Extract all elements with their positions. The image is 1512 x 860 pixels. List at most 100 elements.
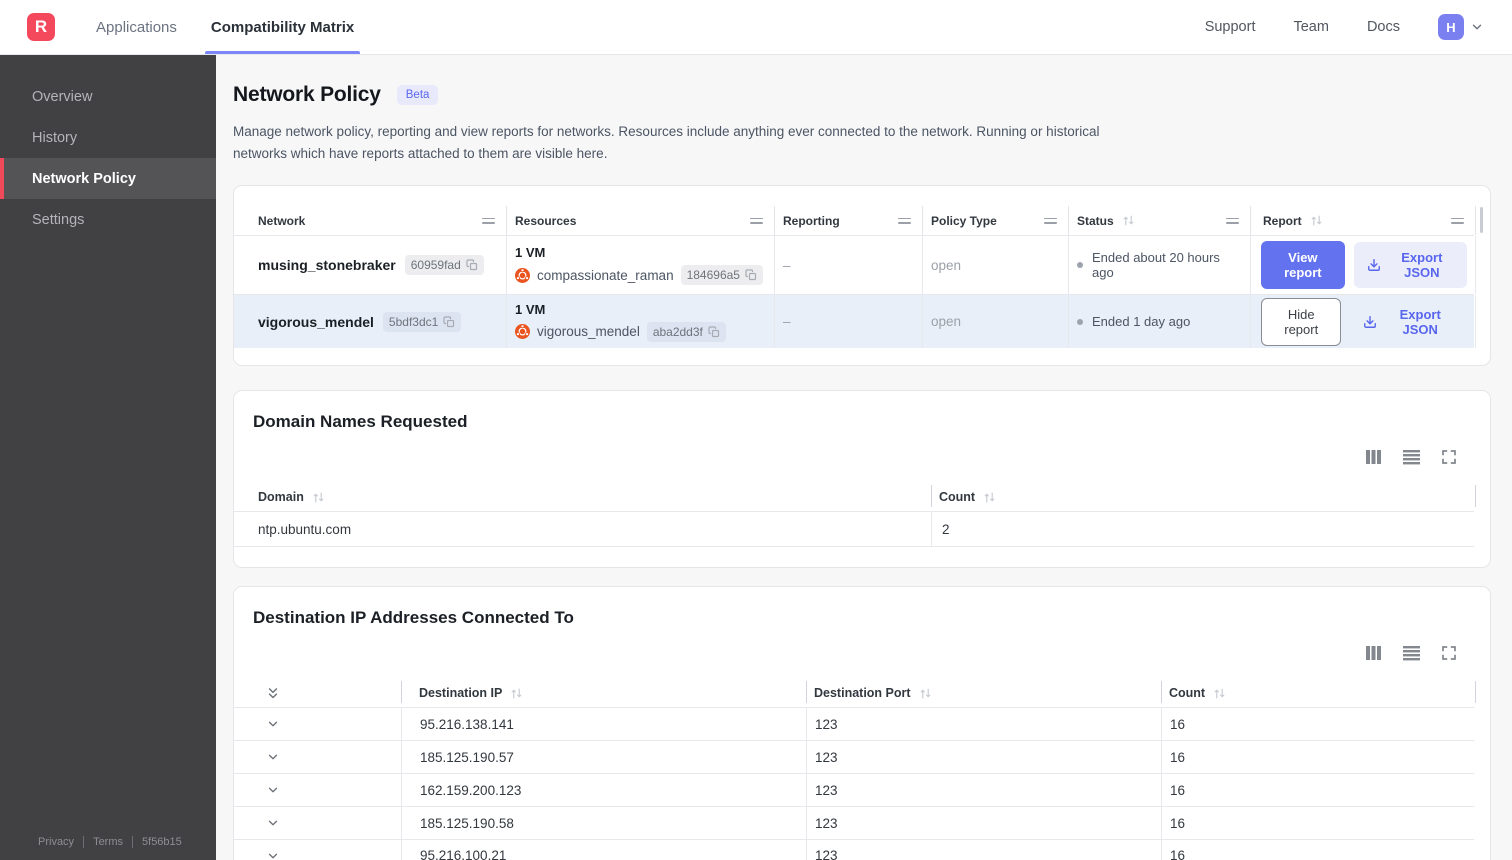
col-header-domain[interactable]: Domain (234, 483, 931, 511)
col-header-status[interactable]: Status (1068, 206, 1250, 236)
table-row[interactable]: vigorous_mendel 5bdf3dc1 1 VM vigorous_m… (234, 294, 1476, 349)
policy-type-value: open (922, 236, 1068, 295)
terms-link[interactable]: Terms (93, 836, 123, 848)
link-team[interactable]: Team (1293, 19, 1328, 35)
scrollbar-thumb[interactable] (1480, 207, 1483, 234)
table-row[interactable]: musing_stonebraker 60959fad 1 VM compass… (234, 235, 1476, 295)
table-row[interactable]: 95.216.100.21 123 16 (234, 839, 1474, 860)
table-row[interactable]: 95.216.138.141 123 16 (234, 707, 1474, 741)
expand-all-toggle[interactable] (234, 679, 401, 707)
domain-names-card: Domain Names Requested Domain Count ntp.… (233, 390, 1491, 569)
reporting-value: – (774, 295, 922, 349)
vm-count: 1 VM (515, 301, 546, 317)
export-json-button[interactable]: Export JSON (1353, 242, 1467, 289)
table-row[interactable]: 185.125.190.57 123 16 (234, 740, 1476, 774)
column-resize-handle-icon[interactable] (482, 217, 495, 224)
app-logo[interactable]: R (27, 13, 55, 41)
row-expander[interactable] (234, 840, 401, 860)
destination-port-value: 123 (806, 840, 1161, 860)
col-header-destination-port[interactable]: Destination Port (806, 679, 1161, 707)
fullscreen-icon[interactable] (1441, 645, 1457, 661)
link-support[interactable]: Support (1205, 19, 1256, 35)
build-version: 5f56b15 (142, 836, 182, 848)
page-title: Network Policy (233, 83, 381, 106)
sort-icon[interactable] (1122, 214, 1135, 227)
status-dot (1077, 318, 1083, 325)
col-header-count[interactable]: Count (1161, 679, 1476, 707)
link-docs[interactable]: Docs (1367, 19, 1400, 35)
col-header-resources[interactable]: Resources (506, 206, 774, 236)
download-icon (1367, 258, 1381, 272)
copy-icon[interactable] (708, 326, 720, 338)
destination-ip-value: 185.125.190.57 (401, 741, 806, 774)
count-value: 16 (1161, 807, 1476, 840)
privacy-link[interactable]: Privacy (38, 836, 74, 848)
chevron-down-icon[interactable] (1470, 20, 1484, 34)
row-expander[interactable] (234, 807, 401, 839)
col-header-network[interactable]: Network (234, 206, 506, 235)
destination-ip-value: 95.216.100.21 (401, 840, 806, 860)
col-header-count[interactable]: Count (931, 483, 1476, 511)
network-id-chip: 5bdf3dc1 (382, 311, 462, 332)
rows-icon[interactable] (1403, 645, 1420, 661)
view-report-button[interactable]: View report (1261, 241, 1345, 290)
sidebar-item-overview[interactable]: Overview (0, 76, 216, 117)
table-row[interactable]: ntp.ubuntu.com 2 (234, 511, 1474, 548)
status-text: Ended 1 day ago (1092, 314, 1191, 330)
col-header-destination-ip[interactable]: Destination IP (401, 679, 806, 707)
tab-applications[interactable]: Applications (90, 0, 183, 54)
sort-icon[interactable] (510, 687, 523, 700)
table-row[interactable]: 162.159.200.123 123 16 (234, 773, 1476, 807)
column-resize-handle-icon[interactable] (1451, 217, 1464, 224)
destination-ip-value: 162.159.200.123 (401, 774, 806, 807)
user-avatar[interactable]: H (1438, 14, 1464, 40)
column-resize-handle-icon[interactable] (750, 217, 763, 224)
row-expander[interactable] (234, 741, 401, 773)
col-header-policy-type[interactable]: Policy Type (922, 206, 1068, 236)
rows-icon[interactable] (1403, 449, 1420, 465)
sort-icon[interactable] (1310, 214, 1323, 227)
card-title: Destination IP Addresses Connected To (253, 608, 574, 628)
sort-icon[interactable] (312, 491, 325, 504)
sidebar-item-history[interactable]: History (0, 117, 216, 158)
status-dot (1077, 262, 1083, 269)
count-value: 16 (1161, 741, 1476, 774)
beta-badge: Beta (396, 85, 439, 105)
fullscreen-icon[interactable] (1441, 449, 1457, 465)
sidebar: Overview History Network Policy Settings… (0, 55, 216, 860)
vm-count: 1 VM (515, 245, 546, 261)
copy-icon[interactable] (466, 259, 478, 271)
col-header-reporting[interactable]: Reporting (774, 206, 922, 236)
hide-report-button[interactable]: Hide report (1261, 297, 1342, 346)
double-chevron-down-icon (266, 686, 280, 701)
download-icon (1363, 315, 1377, 329)
column-resize-handle-icon[interactable] (1044, 217, 1057, 224)
column-resize-handle-icon[interactable] (1226, 217, 1239, 224)
policy-type-value: open (922, 295, 1068, 349)
table-row[interactable]: 185.125.190.58 123 16 (234, 806, 1476, 840)
columns-icon[interactable] (1365, 449, 1382, 465)
status-text: Ended about 20 hours ago (1092, 250, 1220, 281)
sidebar-item-network-policy[interactable]: Network Policy (0, 158, 216, 199)
chevron-down-icon (266, 783, 280, 797)
sort-icon[interactable] (1213, 687, 1226, 700)
copy-icon[interactable] (443, 316, 455, 328)
row-expander[interactable] (234, 708, 401, 740)
sort-icon[interactable] (919, 687, 932, 700)
columns-icon[interactable] (1365, 645, 1382, 661)
page-description: Manage network policy, reporting and vie… (233, 124, 1100, 161)
top-nav: Applications Compatibility Matrix (90, 0, 382, 54)
tab-compatibility-matrix[interactable]: Compatibility Matrix (204, 0, 361, 54)
copy-icon[interactable] (745, 269, 757, 281)
sidebar-item-settings[interactable]: Settings (0, 199, 216, 240)
chevron-down-icon (266, 750, 280, 764)
export-json-button[interactable]: Export JSON (1350, 299, 1467, 345)
resource-id-chip: aba2dd3f (646, 321, 726, 342)
row-expander[interactable] (234, 774, 401, 806)
top-bar-right: Support Team Docs H (1205, 0, 1512, 54)
count-value: 16 (1161, 774, 1476, 807)
sort-icon[interactable] (983, 491, 996, 504)
column-resize-handle-icon[interactable] (898, 217, 911, 224)
col-header-report[interactable]: Report (1250, 206, 1476, 236)
destination-port-value: 123 (806, 708, 1161, 741)
